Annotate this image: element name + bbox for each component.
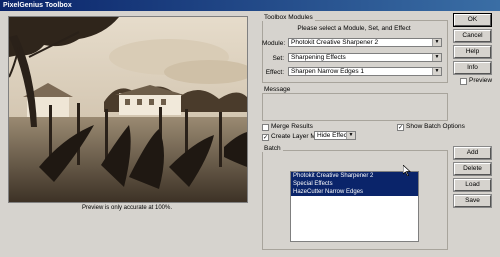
chevron-down-icon[interactable]: ▼ [432, 68, 441, 75]
info-button[interactable]: Info [454, 62, 491, 74]
preview-label: Preview [469, 77, 493, 84]
show-batch-options-checkbox[interactable]: ✓ [397, 124, 404, 131]
layer-mask-select[interactable]: Hide Effect ▼ [314, 131, 356, 140]
module-value: Photokit Creative Sharpener 2 [291, 39, 379, 46]
message-box [262, 93, 448, 121]
merge-results-checkbox[interactable] [262, 124, 269, 131]
preview-checkbox[interactable] [460, 78, 467, 85]
list-item[interactable]: HazeCutter Narrow Edges [291, 188, 418, 196]
set-value: Sharpening Effects [291, 54, 346, 61]
ok-button[interactable]: OK [454, 14, 491, 26]
merge-results-label: Merge Results [271, 123, 313, 130]
preview-photo [9, 17, 247, 202]
add-button[interactable]: Add [454, 147, 491, 159]
mouse-cursor-icon [403, 165, 411, 176]
toolbox-modules-legend: Toolbox Modules [262, 14, 315, 21]
message-legend: Message [262, 86, 293, 93]
chevron-down-icon[interactable]: ▼ [432, 39, 441, 46]
save-button[interactable]: Save [454, 195, 491, 207]
batch-legend: Batch [262, 145, 283, 152]
show-batch-options-label: Show Batch Options [406, 123, 465, 130]
delete-button[interactable]: Delete [454, 163, 491, 175]
module-select[interactable]: Photokit Creative Sharpener 2 ▼ [288, 38, 442, 47]
effect-select[interactable]: Sharpen Narrow Edges 1 ▼ [288, 67, 442, 76]
set-label: Set: [272, 55, 284, 62]
help-button[interactable]: Help [454, 46, 491, 58]
set-select[interactable]: Sharpening Effects ▼ [288, 53, 442, 62]
list-item[interactable]: Special Effects [291, 180, 418, 188]
effect-label: Effect: [265, 69, 284, 76]
module-label: Module: [262, 40, 286, 47]
load-button[interactable]: Load [454, 179, 491, 191]
chevron-down-icon[interactable]: ▼ [432, 54, 441, 61]
effect-value: Sharpen Narrow Edges 1 [291, 68, 364, 75]
cancel-button[interactable]: Cancel [454, 30, 491, 42]
preview-image [8, 16, 248, 203]
instruction-text: Please select a Module, Set, and Effect [297, 25, 411, 32]
create-layer-mask-checkbox[interactable]: ✓ [262, 134, 269, 141]
layer-mask-value: Hide Effect [317, 132, 349, 139]
preview-caption: Preview is only accurate at 100%. [81, 205, 173, 211]
batch-list[interactable]: Photokit Creative Sharpener 2 Special Ef… [290, 171, 419, 242]
chevron-down-icon[interactable]: ▼ [346, 132, 355, 139]
window-title: PixelGenius Toolbox [0, 0, 500, 11]
list-item[interactable]: Photokit Creative Sharpener 2 [291, 172, 418, 180]
